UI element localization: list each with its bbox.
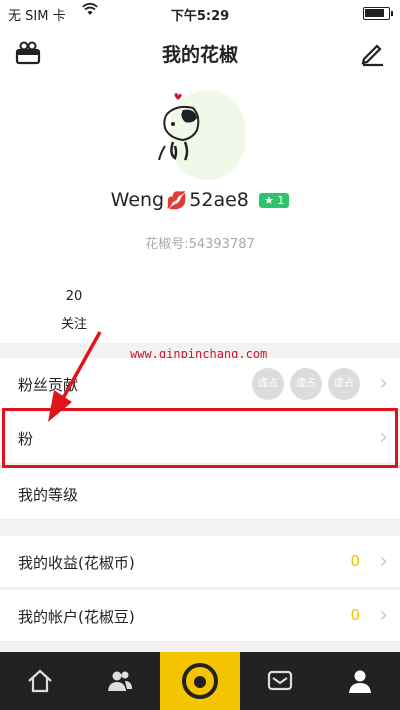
- row-label: 我的收益(花椒币): [18, 554, 135, 572]
- chevron-right-icon: ›: [379, 603, 388, 628]
- chevron-right-icon: ›: [379, 371, 388, 396]
- lips-icon: 💋: [166, 191, 188, 211]
- annotation-arrow-icon: [48, 331, 102, 422]
- chevron-right-icon: ›: [379, 549, 388, 574]
- fan-badges: 虚占 虚占 虚占: [246, 368, 360, 400]
- page-title: 我的花椒: [161, 44, 238, 66]
- profile-icon: [349, 670, 371, 693]
- account-value: 0: [350, 606, 360, 624]
- fan-badge: 虚占: [252, 368, 284, 400]
- avatar[interactable]: [145, 86, 245, 181]
- row-label: 我的等级: [18, 486, 79, 504]
- edit-pencil-icon[interactable]: [358, 39, 386, 67]
- live-camera-icon: [182, 663, 218, 699]
- fan-badge: 虚占: [290, 368, 322, 400]
- nav-bar: 我的花椒: [0, 26, 400, 78]
- messages-icon: [267, 670, 293, 691]
- follow-count[interactable]: 20: [54, 289, 94, 304]
- battery-icon: [363, 7, 393, 20]
- earnings-row[interactable]: 我的收益(花椒币) 0 ›: [0, 536, 400, 588]
- tab-live[interactable]: [160, 652, 240, 710]
- tab-messages[interactable]: [240, 652, 320, 710]
- profile-section: Weng 💋 52ae8 ★ 1 花椒号:54393787 20 关注: [0, 78, 400, 343]
- tab-friends[interactable]: [80, 652, 160, 710]
- fan-badge: 虚占: [328, 368, 360, 400]
- tab-profile[interactable]: [320, 652, 400, 710]
- account-row[interactable]: 我的帐户(花椒豆) 0 ›: [0, 590, 400, 642]
- clock: 下午5:29: [170, 9, 230, 24]
- tab-home[interactable]: [0, 652, 80, 710]
- status-bar: 无 SIM 卡 下午5:29: [0, 0, 400, 26]
- earnings-value: 0: [350, 552, 360, 570]
- home-icon: [28, 669, 52, 693]
- tab-bar: [0, 652, 400, 710]
- username: Weng 💋 52ae8 ★ 1: [0, 189, 400, 211]
- level-badge: ★ 1: [258, 193, 290, 208]
- user-id: 花椒号:54393787: [145, 237, 255, 252]
- row-label: 我的帐户(花椒豆): [18, 608, 135, 626]
- friends-icon: [108, 671, 132, 691]
- star-icon: ★: [263, 194, 274, 207]
- my-level-row[interactable]: 我的等级: [0, 468, 400, 520]
